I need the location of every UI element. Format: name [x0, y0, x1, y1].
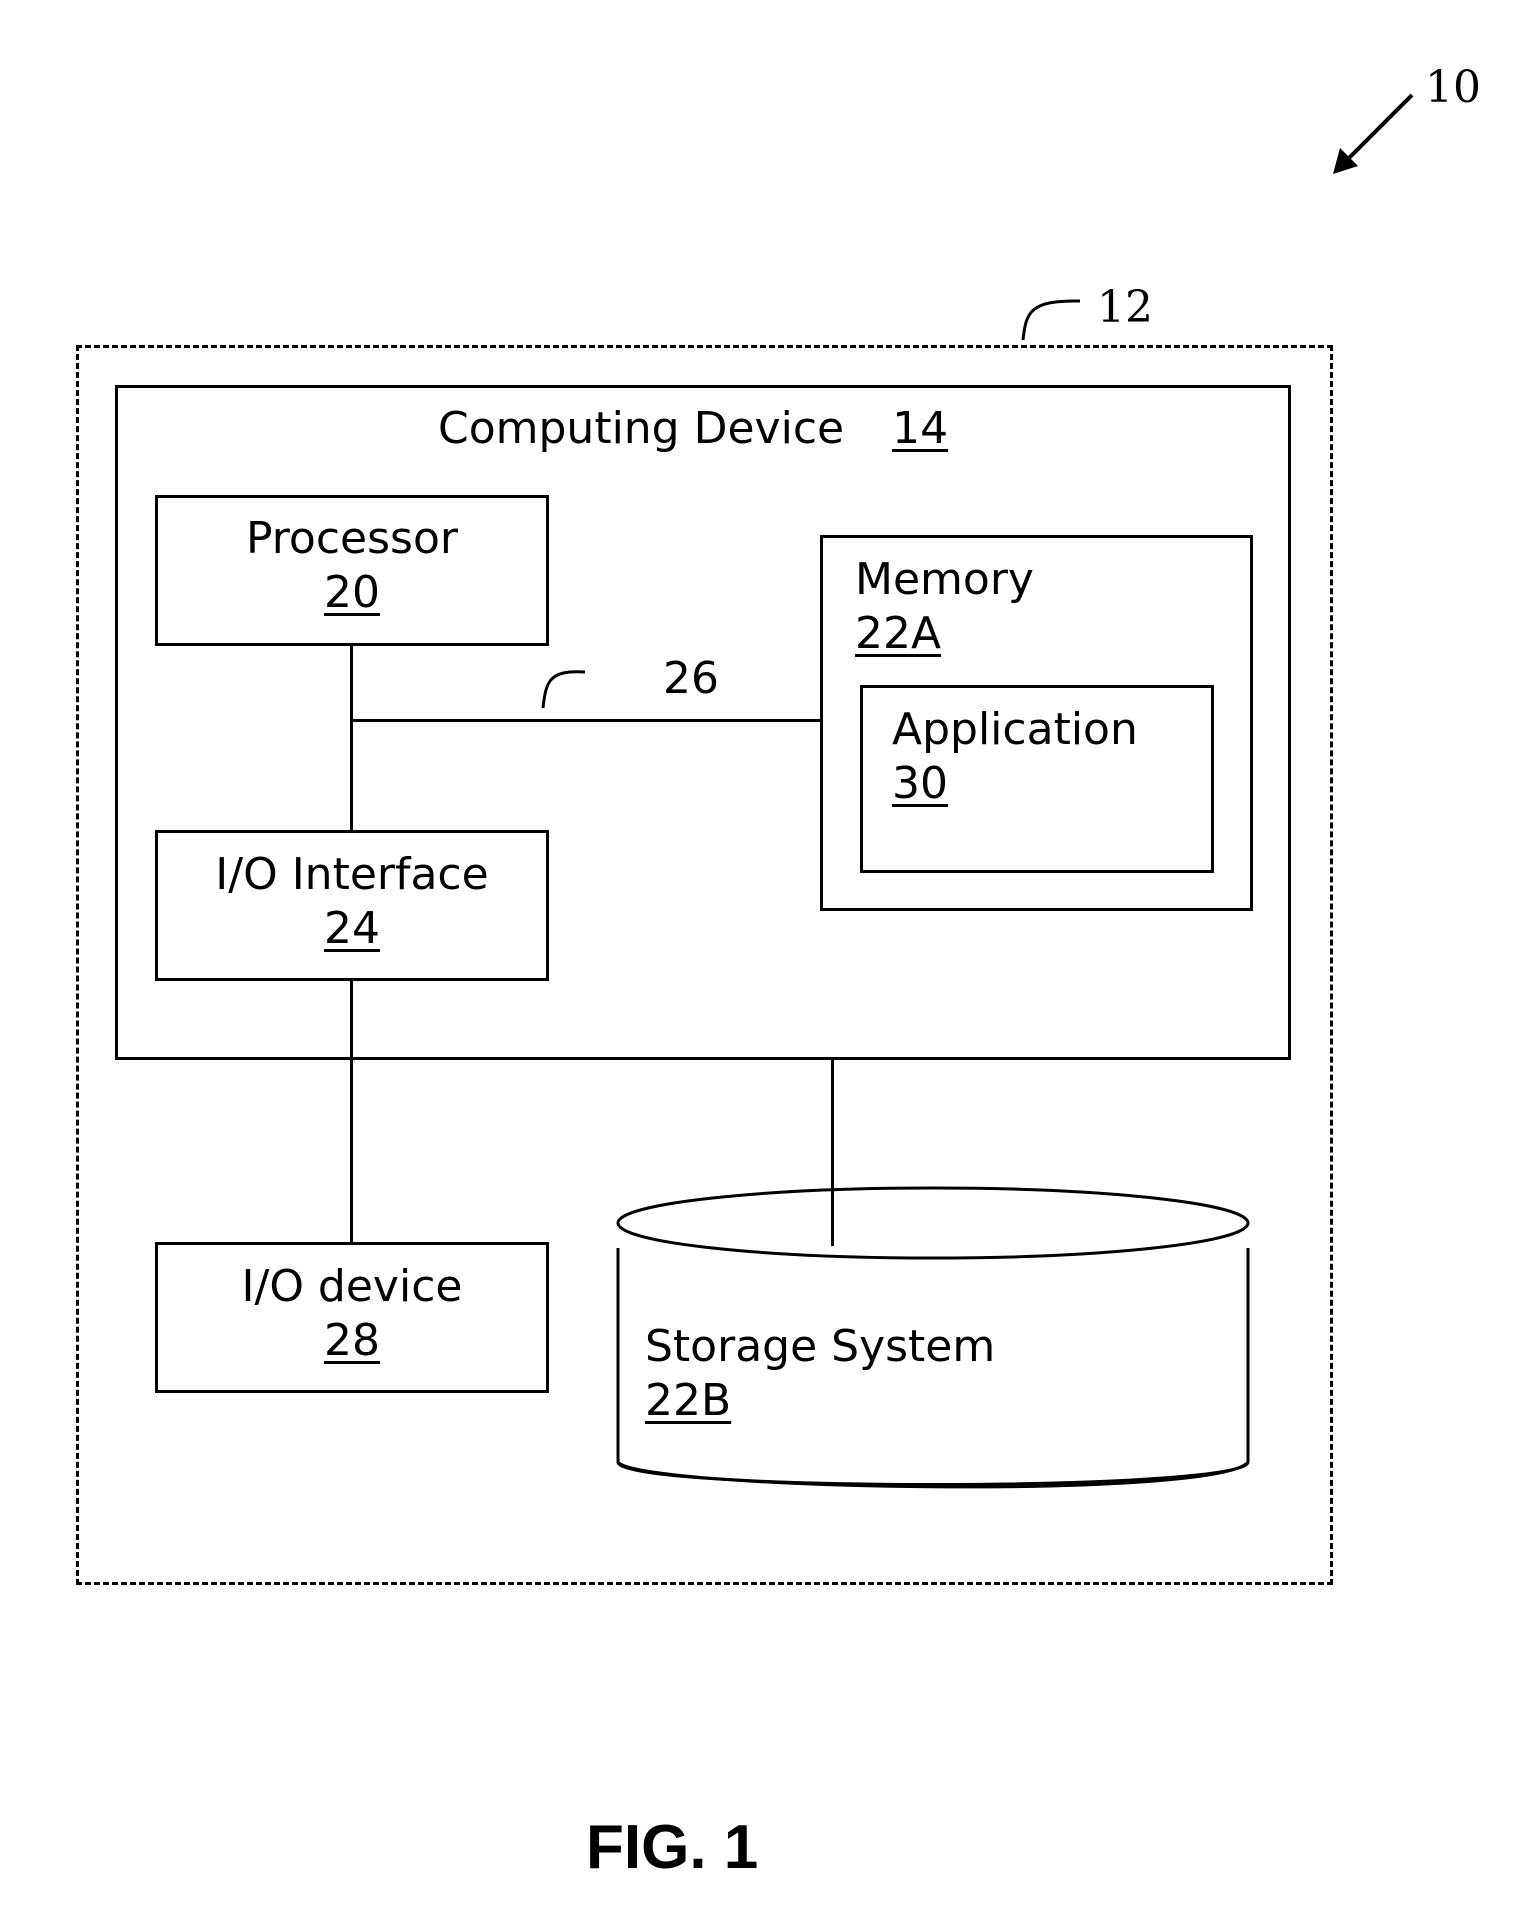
- storage-connector: [831, 1058, 834, 1246]
- io-interface-ref-wrap: 24: [155, 902, 549, 956]
- io-device-connector: [350, 981, 353, 1243]
- io-interface-ref: 24: [324, 903, 380, 954]
- system-ref-arrow-line: [1343, 93, 1414, 164]
- system-ref-label: 10: [1425, 62, 1481, 113]
- memory-title: Memory: [855, 554, 1034, 605]
- processor-title: Processor: [246, 513, 458, 564]
- application-ref-wrap: 30: [892, 757, 948, 811]
- storage-system-title: Storage System: [645, 1321, 996, 1372]
- storage-system-ref: 22B: [645, 1375, 732, 1426]
- environment-ref-leader: [1021, 299, 1081, 341]
- application-title: Application: [892, 704, 1138, 755]
- environment-ref-label: 12: [1097, 282, 1153, 333]
- storage-system-ref-wrap: 22B: [645, 1374, 731, 1428]
- processor-ref: 20: [324, 567, 380, 618]
- figure-caption: FIG. 1: [586, 1813, 759, 1882]
- computing-device-label: Computing Device 14: [438, 402, 948, 456]
- computing-device-ref: 14: [892, 403, 949, 454]
- bus-ref-label: 26: [663, 653, 719, 704]
- processor-ref-wrap: 20: [155, 566, 549, 620]
- computing-device-title: Computing Device: [438, 403, 845, 454]
- processor-io-connector: [350, 646, 353, 832]
- memory-ref: 22A: [855, 608, 942, 659]
- io-interface-title: I/O Interface: [215, 849, 489, 900]
- io-device-ref-wrap: 28: [155, 1314, 549, 1368]
- io-device-title: I/O device: [241, 1261, 463, 1312]
- io-device-ref: 28: [324, 1315, 380, 1366]
- memory-bus-connector: [350, 719, 822, 722]
- application-ref: 30: [892, 758, 948, 809]
- memory-ref-wrap: 22A: [855, 607, 941, 661]
